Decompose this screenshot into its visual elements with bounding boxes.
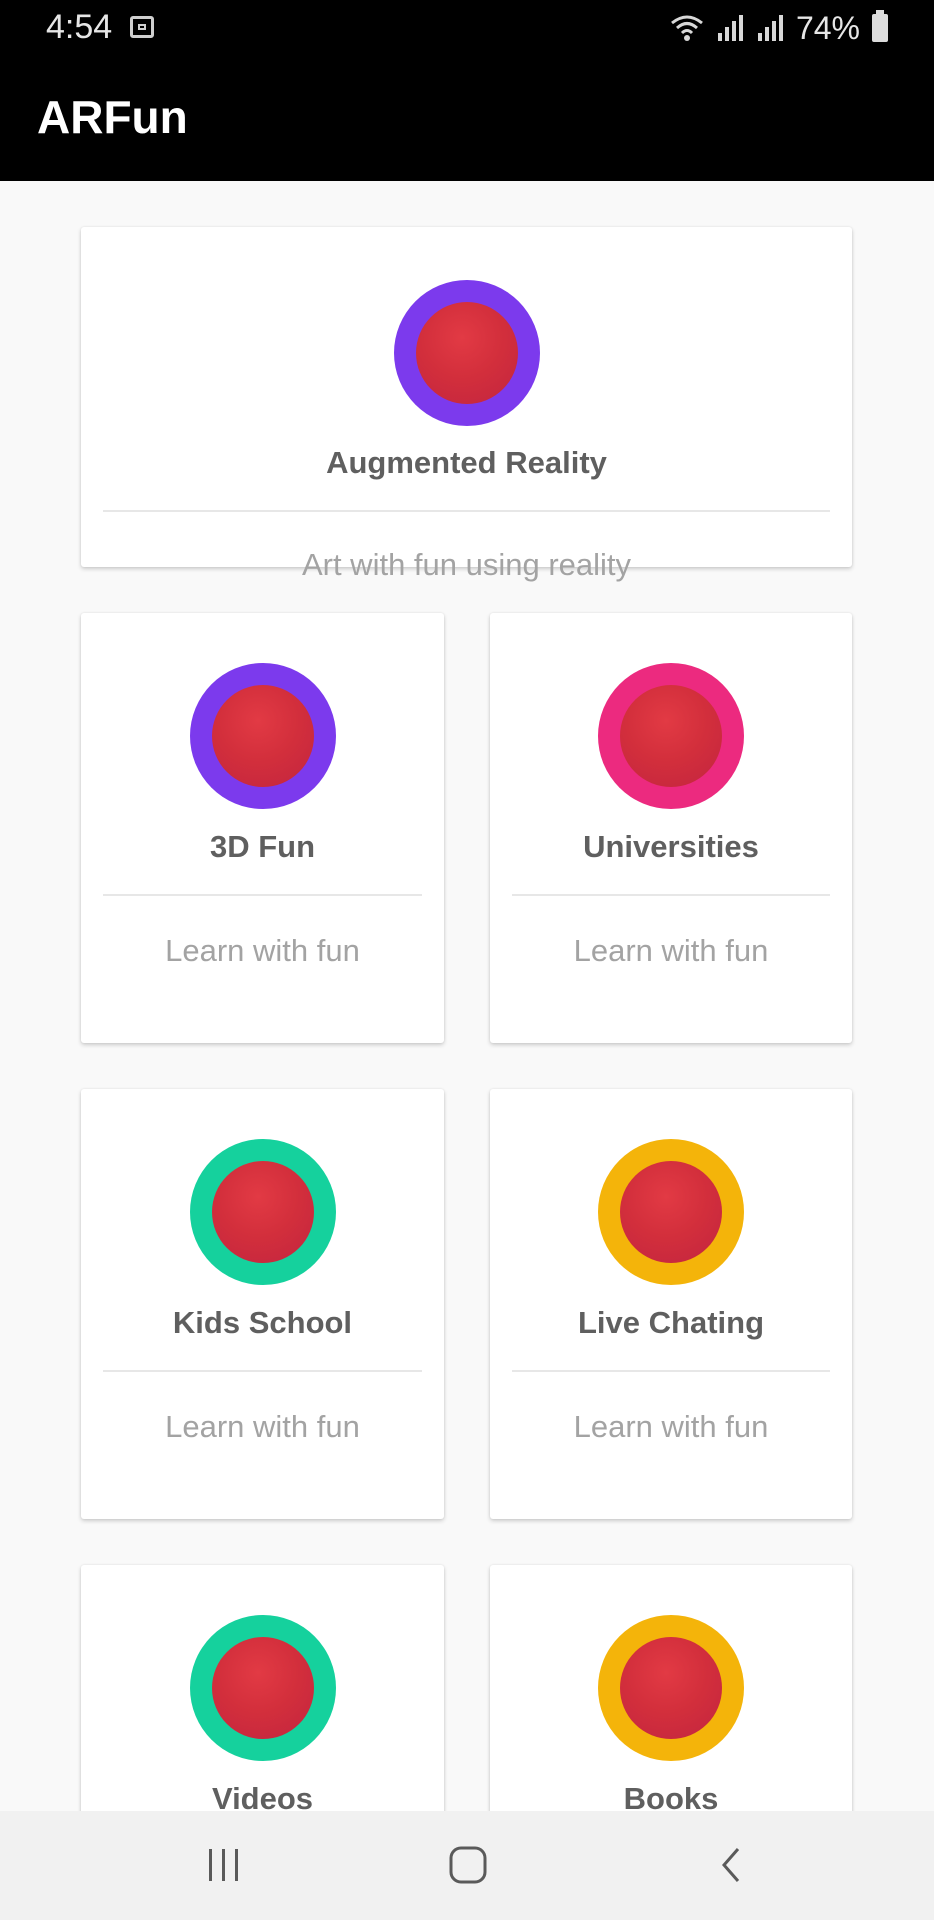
circle-icon [189,663,336,809]
card-live-chating[interactable]: Live Chating Learn with fun [490,1089,852,1519]
circle-icon [598,1615,744,1761]
system-nav-bar [0,1811,934,1920]
signal-icon [757,15,783,41]
status-time: 4:54 [46,8,113,46]
signal-icon [717,15,743,41]
recent-apps-button[interactable] [164,1811,284,1920]
back-icon [722,1848,740,1882]
card-title: Augmented Reality [326,445,607,480]
circle-icon [189,1615,336,1761]
battery-percent: 74% [795,9,860,46]
phone-screen: 4:54 74% ARFun Augmented Reality Art wit… [0,0,934,1920]
card-divider [512,894,830,896]
wifi-icon [671,15,703,41]
card-videos[interactable]: Videos [81,1565,444,1811]
home-button[interactable] [408,1811,528,1920]
circle-icon [598,1139,744,1285]
card-divider [103,1370,422,1372]
card-3d-fun[interactable]: 3D Fun Learn with fun [81,613,444,1043]
card-title: 3D Fun [209,829,316,864]
circle-icon [598,663,744,809]
card-subtitle: Learn with fun [165,1409,360,1444]
recent-apps-icon [209,1849,238,1881]
card-universities[interactable]: Universities Learn with fun [490,613,852,1043]
card-title: Live Chating [577,1305,764,1340]
card-title: Kids School [172,1305,353,1340]
card-subtitle: Art with fun using reality [301,547,632,582]
card-kids-school[interactable]: Kids School Learn with fun [81,1089,444,1519]
home-icon [449,1846,487,1884]
card-subtitle: Learn with fun [573,1409,769,1444]
card-title: Books [623,1781,719,1811]
back-button[interactable] [672,1811,792,1920]
screen-record-icon [130,16,154,38]
circle-icon [393,280,540,426]
battery-icon [872,10,888,42]
app-bar: ARFun [0,56,934,181]
card-divider [103,510,830,512]
app-title: ARFun [37,91,188,143]
card-books[interactable]: Books [490,1565,852,1811]
card-augmented-reality[interactable]: Augmented Reality Art with fun using rea… [81,227,852,582]
card-divider [103,894,422,896]
feature-grid: Augmented Reality Art with fun using rea… [0,181,934,1811]
status-bar: 4:54 74% [0,0,934,56]
card-title: Universities [583,829,759,864]
card-divider [512,1370,830,1372]
circle-icon [189,1139,336,1285]
card-subtitle: Learn with fun [573,933,769,968]
card-subtitle: Learn with fun [165,933,360,968]
status-icons: 74% [670,8,888,48]
card-title: Videos [211,1781,314,1811]
